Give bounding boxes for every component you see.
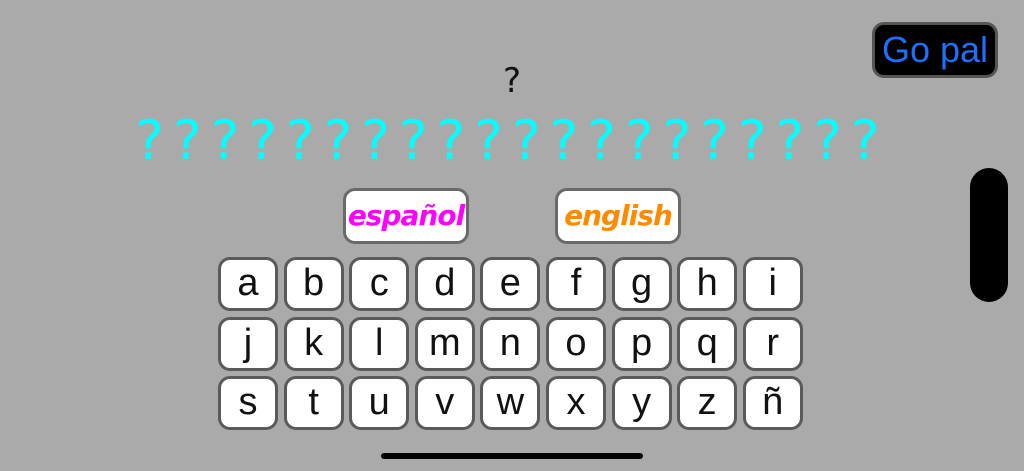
key-w[interactable]: w	[480, 376, 541, 430]
english-language-button[interactable]: english	[555, 188, 681, 244]
key-o[interactable]: o	[545, 316, 606, 371]
game-screen: Go pal ? ???????????????????? español en…	[0, 0, 1024, 471]
key-i[interactable]: i	[742, 257, 803, 311]
key-b[interactable]: b	[283, 257, 344, 311]
key-j[interactable]: j	[218, 316, 278, 371]
key-x[interactable]: x	[545, 376, 606, 430]
side-scroll-handle[interactable]	[970, 168, 1008, 302]
key-f[interactable]: f	[545, 257, 606, 311]
key-n[interactable]: n	[480, 316, 541, 371]
answer-placeholder: ????????????????????	[135, 109, 889, 172]
home-indicator[interactable]	[381, 453, 643, 459]
key-t[interactable]: t	[283, 376, 344, 430]
key-u[interactable]: u	[349, 376, 410, 430]
key-h[interactable]: h	[677, 257, 738, 311]
key-c[interactable]: c	[349, 257, 410, 311]
key-r[interactable]: r	[742, 316, 803, 371]
key-d[interactable]: d	[414, 257, 475, 311]
key-l[interactable]: l	[349, 316, 410, 371]
key-m[interactable]: m	[414, 316, 475, 371]
key-enye[interactable]: ñ	[742, 376, 803, 430]
key-a[interactable]: a	[218, 257, 278, 311]
key-v[interactable]: v	[414, 376, 475, 430]
clue-text: ?	[502, 61, 522, 101]
key-q[interactable]: q	[677, 316, 738, 371]
key-s[interactable]: s	[218, 376, 278, 430]
spanish-language-button[interactable]: español	[343, 188, 469, 244]
key-k[interactable]: k	[283, 316, 344, 371]
key-y[interactable]: y	[611, 376, 672, 430]
letter-keyboard: a b c d e f g h i j k l m n o p q r s t …	[218, 257, 807, 430]
key-p[interactable]: p	[611, 316, 672, 371]
key-e[interactable]: e	[480, 257, 541, 311]
key-z[interactable]: z	[677, 376, 738, 430]
key-g[interactable]: g	[611, 257, 672, 311]
